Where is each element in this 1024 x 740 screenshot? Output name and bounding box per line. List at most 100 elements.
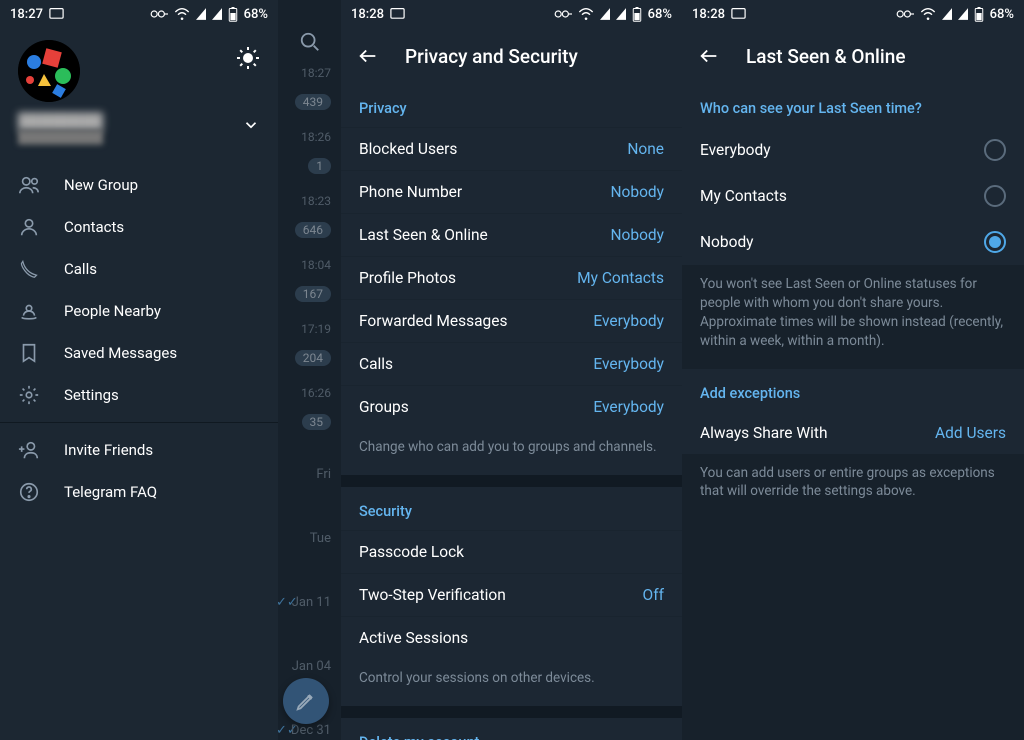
chat-entry[interactable]: 17:19204 xyxy=(278,312,341,376)
group-icon xyxy=(18,174,40,196)
exceptions-hint: You can add users or entire groups as ex… xyxy=(682,454,1024,520)
chat-entry[interactable]: 18:04167 xyxy=(278,248,341,312)
help-icon xyxy=(18,481,40,503)
person-icon xyxy=(18,216,40,238)
section-security: Security xyxy=(341,487,682,530)
chat-entry[interactable]: ✓✓Jan 11 xyxy=(278,568,341,632)
section-delete-account: Delete my account xyxy=(341,718,682,740)
status-bar: 18:27 68% xyxy=(0,0,278,28)
account-switcher[interactable]: ████████ ██████████ xyxy=(18,112,260,144)
battery-icon xyxy=(632,7,642,22)
menu-label: Contacts xyxy=(64,218,124,236)
invite-icon xyxy=(18,439,40,461)
status-bar: 18:28 68% xyxy=(341,0,682,28)
bookmark-icon xyxy=(18,342,40,364)
menu-people-nearby[interactable]: People Nearby xyxy=(0,290,278,332)
chat-entry[interactable]: Tue xyxy=(278,504,341,568)
phone: ██████████ xyxy=(18,130,260,144)
menu-saved-messages[interactable]: Saved Messages xyxy=(0,332,278,374)
row-blocked-users[interactable]: Blocked UsersNone xyxy=(341,127,682,170)
sessions-hint: Control your sessions on other devices. xyxy=(341,659,682,706)
chat-entry[interactable]: 16:2635 xyxy=(278,376,341,440)
page-title: Last Seen & Online xyxy=(746,45,906,68)
status-battery: 68% xyxy=(990,7,1014,22)
chat-list-shadowed: 18:27439 18:261 18:23646 18:04167 17:192… xyxy=(278,0,341,740)
status-time: 18:28 xyxy=(351,7,384,22)
who-hint: You won't see Last Seen or Online status… xyxy=(682,265,1024,369)
radio-icon-selected xyxy=(984,231,1006,253)
gap xyxy=(341,475,682,487)
vpn-icon xyxy=(150,9,168,19)
status-bar: 18:28 68% xyxy=(682,0,1024,28)
chat-entry[interactable]: Fri xyxy=(278,440,341,504)
phone-icon xyxy=(18,258,40,280)
signal-icon xyxy=(600,8,610,20)
cast-icon xyxy=(390,8,405,20)
drawer-menu: New Group Contacts Calls People Nearby S… xyxy=(0,158,278,513)
drawer-header: ████████ ██████████ xyxy=(0,28,278,158)
vpn-icon xyxy=(896,9,914,19)
row-profile-photos[interactable]: Profile PhotosMy Contacts xyxy=(341,256,682,299)
row-passcode-lock[interactable]: Passcode Lock xyxy=(341,530,682,573)
menu-label: Invite Friends xyxy=(64,441,153,459)
status-battery: 68% xyxy=(648,7,672,22)
wifi-icon xyxy=(174,8,190,20)
gear-icon xyxy=(18,384,40,406)
status-battery: 68% xyxy=(244,7,268,22)
chevron-down-icon xyxy=(242,116,260,134)
chat-entry[interactable]: 18:27439 xyxy=(278,56,341,120)
search-icon[interactable] xyxy=(278,0,341,56)
section-privacy: Privacy xyxy=(341,84,682,127)
nearby-icon xyxy=(18,300,40,322)
row-groups[interactable]: GroupsEverybody xyxy=(341,385,682,428)
divider xyxy=(0,422,278,423)
menu-label: Telegram FAQ xyxy=(64,483,157,501)
empty-space xyxy=(682,519,1024,740)
radio-everybody[interactable]: Everybody xyxy=(682,127,1024,173)
menu-new-group[interactable]: New Group xyxy=(0,164,278,206)
back-arrow-icon[interactable] xyxy=(698,45,720,67)
menu-calls[interactable]: Calls xyxy=(0,248,278,290)
menu-label: People Nearby xyxy=(64,302,161,320)
menu-settings[interactable]: Settings xyxy=(0,374,278,416)
radio-nobody[interactable]: Nobody xyxy=(682,219,1024,265)
radio-my-contacts[interactable]: My Contacts xyxy=(682,173,1024,219)
appbar: Last Seen & Online xyxy=(682,28,1024,84)
menu-faq[interactable]: Telegram FAQ xyxy=(0,471,278,513)
back-arrow-icon[interactable] xyxy=(357,45,379,67)
signal2-icon xyxy=(212,8,222,20)
battery-icon xyxy=(228,7,238,22)
chat-entry[interactable]: 18:261 xyxy=(278,120,341,184)
username: ████████ xyxy=(18,112,260,130)
gap xyxy=(341,706,682,718)
row-active-sessions[interactable]: Active Sessions xyxy=(341,616,682,659)
radio-icon xyxy=(984,185,1006,207)
pencil-icon xyxy=(295,690,317,712)
battery-icon xyxy=(974,7,984,22)
menu-label: Calls xyxy=(64,260,97,278)
status-time: 18:28 xyxy=(692,7,725,22)
cast-icon xyxy=(731,8,746,20)
signal2-icon xyxy=(958,8,968,20)
wifi-icon xyxy=(578,8,594,20)
row-phone-number[interactable]: Phone NumberNobody xyxy=(341,170,682,213)
section-who-can-see: Who can see your Last Seen time? xyxy=(682,84,1024,127)
row-calls-privacy[interactable]: CallsEverybody xyxy=(341,342,682,385)
page-title: Privacy and Security xyxy=(405,45,578,68)
theme-toggle-icon[interactable] xyxy=(236,46,260,70)
compose-fab[interactable] xyxy=(283,678,329,724)
menu-label: Saved Messages xyxy=(64,344,177,362)
menu-invite-friends[interactable]: Invite Friends xyxy=(0,429,278,471)
cast-icon xyxy=(49,8,64,20)
row-forwarded-messages[interactable]: Forwarded MessagesEverybody xyxy=(341,299,682,342)
status-time: 18:27 xyxy=(10,7,43,22)
row-always-share-with[interactable]: Always Share With Add Users xyxy=(682,412,1024,454)
chat-entry[interactable]: 18:23646 xyxy=(278,184,341,248)
avatar[interactable] xyxy=(18,40,80,102)
radio-icon xyxy=(984,139,1006,161)
row-last-seen-online[interactable]: Last Seen & OnlineNobody xyxy=(341,213,682,256)
row-two-step[interactable]: Two-Step VerificationOff xyxy=(341,573,682,616)
wifi-icon xyxy=(920,8,936,20)
menu-contacts[interactable]: Contacts xyxy=(0,206,278,248)
groups-hint: Change who can add you to groups and cha… xyxy=(341,428,682,475)
